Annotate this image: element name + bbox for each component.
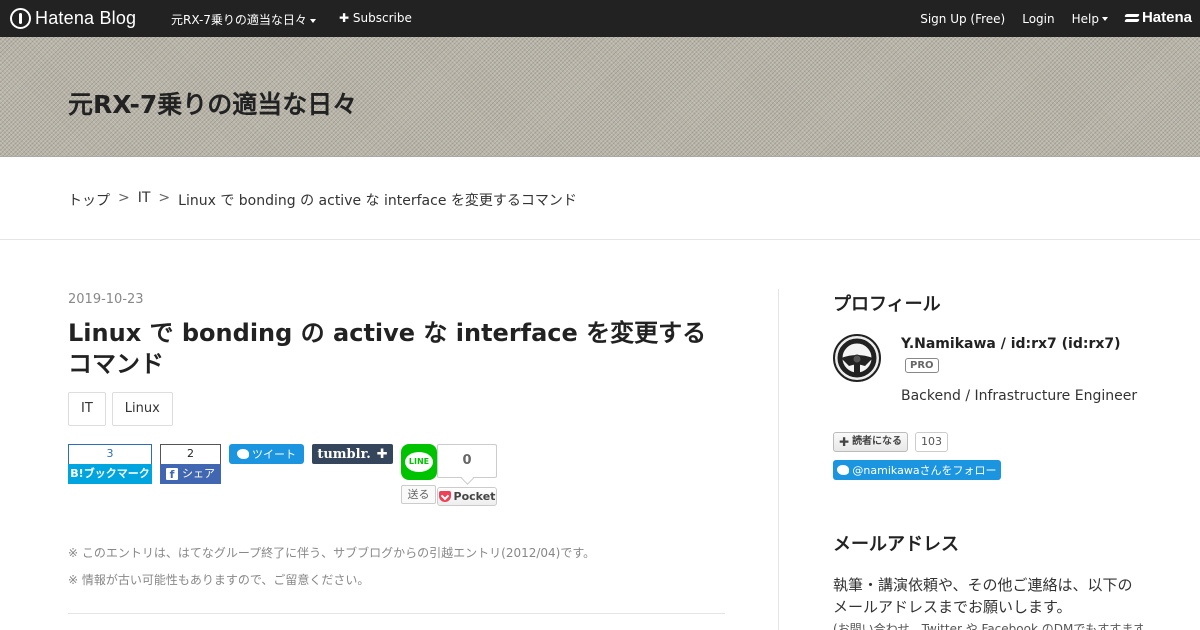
help-label: Help [1071, 11, 1099, 26]
tweet-label: ツイート [252, 448, 296, 461]
pocket-icon [438, 491, 451, 502]
subscribe-button[interactable]: ✚ Subscribe [339, 11, 412, 25]
facebook-share-button[interactable]: 2 f シェア [160, 444, 221, 484]
global-header: Hatena Blog 元RX-7乗りの適当な日々 ✚ Subscribe Si… [0, 0, 1200, 37]
facebook-share-label-wrap: f シェア [160, 464, 221, 484]
tumblr-label: tumblr. [317, 446, 371, 462]
twitter-bird-icon [837, 465, 850, 475]
twitter-follow-button[interactable]: @namikawaさんをフォロー [833, 460, 1001, 480]
facebook-icon: f [166, 468, 178, 481]
divider [0, 239, 1200, 240]
blog-title[interactable]: 元RX-7乗りの適当な日々 [68, 85, 357, 121]
plus-icon: ✚ [339, 11, 350, 25]
follow-label: @namikawaさんをフォロー [852, 464, 997, 477]
breadcrumb-separator: > [118, 190, 130, 206]
blog-menu-label: 元RX-7乗りの適当な日々 [171, 13, 307, 27]
twitter-tweet-button[interactable]: ツイート [229, 444, 304, 464]
hatena-bookmark-button[interactable]: 3 B!ブックマーク [68, 444, 152, 484]
pro-badge[interactable]: PRO [905, 358, 939, 373]
blog-header: 元RX-7乗りの適当な日々 [0, 37, 1200, 157]
line-icon: LINE [405, 452, 433, 472]
hatena-bookmark-label: B!ブックマーク [68, 464, 152, 484]
breadcrumb-it[interactable]: IT [138, 190, 151, 210]
reader-label: 読者になる [852, 436, 903, 447]
entry-notes: ※ このエントリは、はてなグループ終了に伴う、サブブログからの引越エントリ(20… [68, 540, 595, 594]
breadcrumb: トップ > IT > Linux で bonding の active な in… [68, 190, 577, 210]
pocket-button[interactable]: Pocket [437, 487, 497, 506]
entry-categories: IT Linux [68, 392, 173, 426]
category-linux[interactable]: Linux [111, 392, 173, 426]
help-dropdown[interactable]: Help [1072, 12, 1108, 26]
hatena-bookmark-count[interactable]: 3 [68, 444, 152, 464]
share-buttons: 3 B!ブックマーク 2 f シェア ツイート tumblr. ✚ LINE 送る… [68, 444, 528, 508]
facebook-share-count: 2 [160, 444, 221, 464]
avatar[interactable] [833, 334, 881, 382]
breadcrumb-top[interactable]: トップ [68, 190, 110, 210]
hatena-logo-text: Hatena [1141, 9, 1192, 26]
mail-subtext: (お問い合わせ、Twitter や Facebook のDMでもすすます [833, 622, 1143, 630]
profile-name[interactable]: Y.Namikawa / id:rx7 (id:rx7) [901, 336, 1121, 352]
plus-icon: ✚ [376, 446, 388, 462]
hatena-blog-icon [10, 7, 31, 29]
profile-description: Backend / Infrastructure Engineer [901, 388, 1138, 404]
reader-count[interactable]: 103 [915, 432, 948, 452]
column-divider [778, 289, 779, 630]
hatena-blog-logo[interactable]: Hatena Blog [10, 7, 136, 29]
plus-icon: ✚ [839, 435, 850, 449]
entry-note: ※ 情報が古い可能性もありますので、ご留意ください。 [68, 573, 370, 587]
mail-heading: メールアドレス [833, 534, 959, 555]
entry-title[interactable]: Linux で bonding の active な interface を変更… [68, 318, 728, 380]
entry-note: ※ このエントリは、はてなグループ終了に伴う、サブブログからの引越エントリ(20… [68, 546, 596, 560]
brand-text: Hatena Blog [35, 7, 137, 28]
breadcrumb-separator: > [158, 190, 171, 206]
profile-heading: プロフィール [833, 294, 941, 315]
twitter-bird-icon [237, 449, 249, 459]
topbar-right-menu: Sign Up (Free) Login Help Hatena [920, 9, 1192, 26]
facebook-share-label: シェア [182, 467, 215, 480]
divider [68, 613, 725, 614]
subscribe-reader-button[interactable]: ✚ 読者になる [833, 432, 909, 452]
pocket-label: Pocket [453, 490, 496, 503]
caret-down-icon [1101, 17, 1108, 21]
subscribe-label: Subscribe [352, 11, 412, 25]
signup-link[interactable]: Sign Up (Free) [920, 12, 1005, 26]
pocket-count: 0 [437, 444, 497, 478]
hatena-mark-icon [1125, 13, 1139, 23]
tumblr-share-button[interactable]: tumblr. ✚ [312, 444, 393, 464]
mail-description: 執筆・講演依頼や、その他ご連絡は、以下のメールアドレスまでお願いします。 [833, 576, 1133, 616]
hatena-logo[interactable]: Hatena [1125, 9, 1192, 26]
line-share-button[interactable]: LINE [401, 444, 437, 480]
steering-wheel-icon [837, 338, 877, 378]
entry-date[interactable]: 2019-10-23 [68, 292, 144, 307]
line-send-label[interactable]: 送る [401, 485, 436, 504]
login-link[interactable]: Login [1022, 12, 1054, 26]
breadcrumb-current: Linux で bonding の active な interface を変更… [178, 193, 577, 209]
category-it[interactable]: IT [68, 392, 106, 426]
caret-down-icon [309, 18, 316, 23]
blog-menu-dropdown[interactable]: 元RX-7乗りの適当な日々 [171, 11, 316, 28]
